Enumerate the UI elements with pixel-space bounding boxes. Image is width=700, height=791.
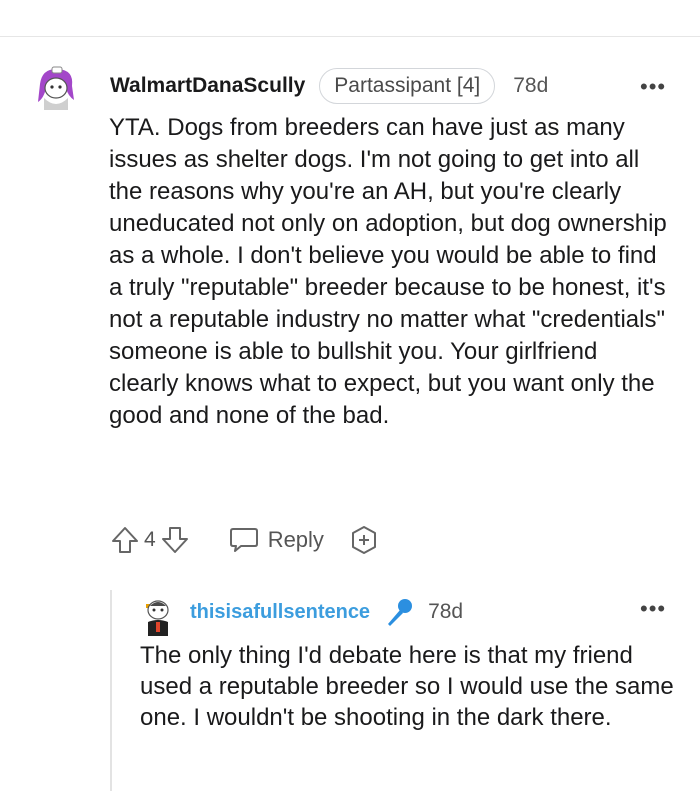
user-flair: Partassipant [4] [319,68,496,104]
previous-avatar-fragment [30,0,70,4]
upvote-icon[interactable] [110,525,140,555]
downvote-icon[interactable] [160,525,190,555]
comment-header: thisisafullsentence 78d [190,596,463,628]
comment-body: The only thing I'd debate here is that m… [140,642,674,731]
reply-icon [229,528,258,552]
username[interactable]: thisisafullsentence [190,601,370,624]
reply-label: Reply [267,527,324,552]
thread-line[interactable] [110,590,112,791]
divider [0,36,700,37]
microphone-icon [388,599,413,626]
more-options-button[interactable]: ••• [640,596,666,622]
comment-actions: 4 Reply [110,522,380,558]
username[interactable]: WalmartDanaScully [110,74,305,98]
reply-button[interactable]: Reply [228,525,324,555]
vote-count: 4 [144,528,156,551]
comment-body: YTA. Dogs from breeders can have just as… [109,114,667,429]
more-options-button[interactable]: ••• [640,74,666,100]
comment-header: WalmartDanaScully Partassipant [4] 78d [110,68,548,104]
avatar[interactable] [142,596,174,638]
award-icon[interactable] [348,524,380,556]
avatar[interactable] [34,66,78,110]
timestamp: 78d [428,600,464,623]
timestamp: 78d [513,74,549,97]
